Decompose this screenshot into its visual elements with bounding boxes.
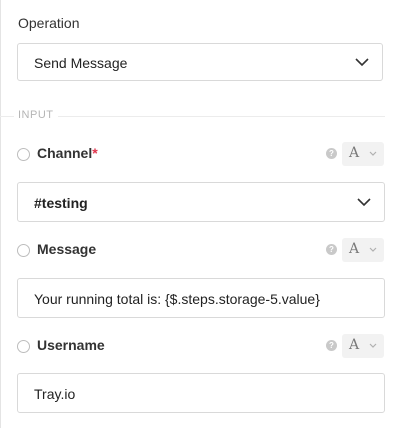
operation-label: Operation — [18, 15, 80, 31]
message-label: Message — [37, 241, 97, 257]
section-divider — [0, 116, 385, 117]
operation-select[interactable]: Send Message — [17, 43, 383, 81]
chevron-down-icon — [357, 198, 371, 207]
username-field-header: Username ? A — [17, 334, 385, 358]
chevron-down-icon — [369, 343, 377, 348]
username-type-selector[interactable]: A — [342, 334, 384, 358]
operation-select-value: Send Message — [34, 55, 128, 71]
channel-select[interactable]: #testing — [17, 182, 385, 222]
section-label-input: INPUT — [14, 109, 58, 121]
chevron-down-icon — [355, 58, 369, 67]
message-input[interactable]: Your running total is: {$.steps.storage-… — [17, 278, 385, 318]
message-field-header: Message ? A — [17, 238, 385, 262]
help-icon[interactable]: ? — [326, 244, 337, 255]
help-icon[interactable]: ? — [326, 148, 337, 159]
help-icon[interactable]: ? — [326, 340, 337, 351]
chevron-down-icon — [369, 151, 377, 156]
username-input[interactable]: Tray.io — [17, 373, 385, 413]
channel-radio-icon[interactable] — [17, 148, 30, 161]
chevron-down-icon — [369, 247, 377, 252]
message-type-selector[interactable]: A — [342, 238, 384, 262]
text-type-icon: A — [349, 337, 360, 353]
channel-field-header: Channel* ? A — [17, 142, 385, 166]
username-label: Username — [37, 337, 105, 353]
channel-type-selector[interactable]: A — [342, 142, 384, 166]
left-divider — [0, 0, 1, 428]
channel-label: Channel* — [37, 145, 98, 161]
username-input-value: Tray.io — [34, 386, 76, 402]
username-radio-icon[interactable] — [17, 340, 30, 353]
message-radio-icon[interactable] — [17, 244, 30, 257]
required-marker: * — [92, 145, 98, 161]
message-input-value: Your running total is: {$.steps.storage-… — [34, 291, 320, 307]
text-type-icon: A — [349, 145, 360, 161]
channel-select-value: #testing — [34, 195, 88, 211]
text-type-icon: A — [349, 241, 360, 257]
